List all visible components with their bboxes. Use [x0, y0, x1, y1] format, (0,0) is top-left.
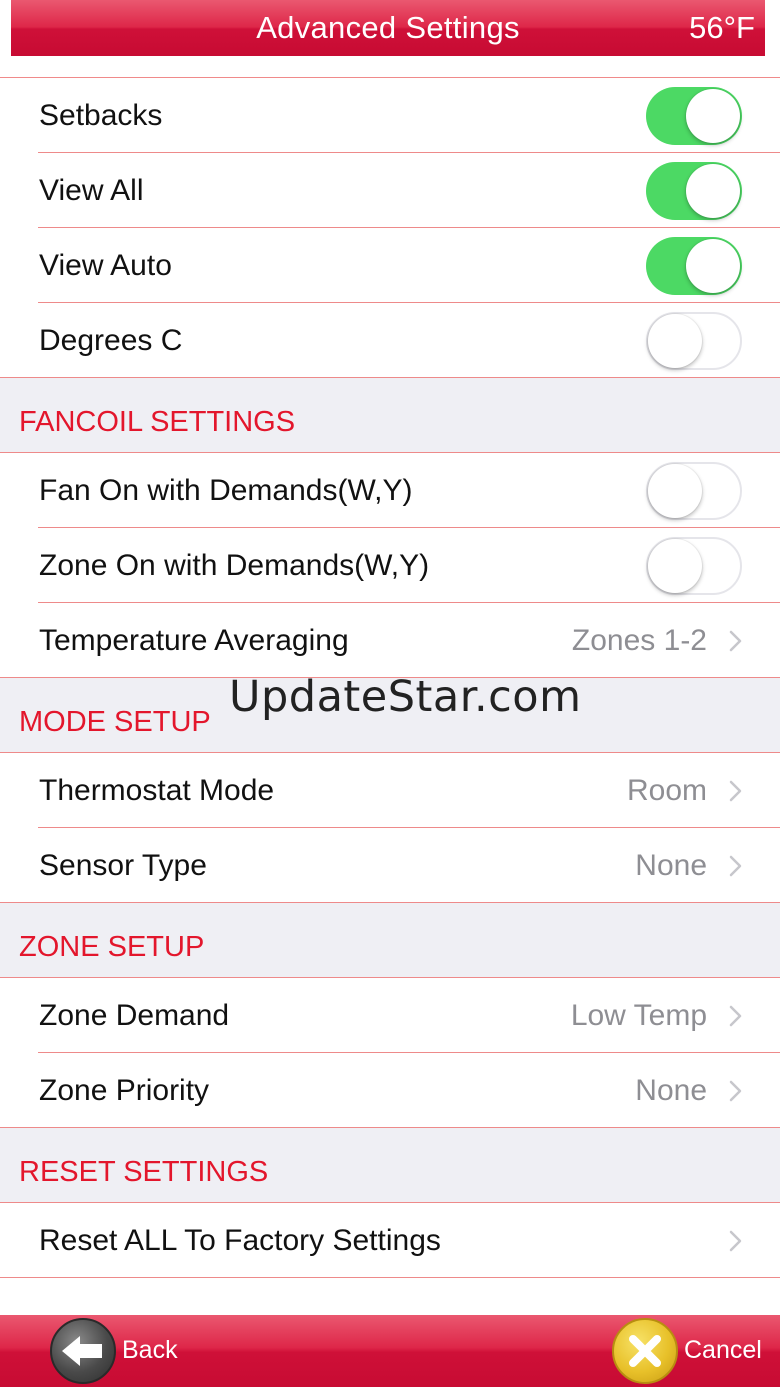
setting-label: View All — [39, 174, 144, 207]
setting-label: Zone Demand — [39, 999, 230, 1032]
setting-label: Thermostat Mode — [39, 774, 275, 807]
list-top-spacer — [0, 62, 780, 78]
setting-value: None — [635, 849, 707, 882]
toggle-knob — [648, 464, 702, 518]
setting-row-view-auto: View Auto — [0, 228, 780, 303]
toggle-knob — [648, 314, 702, 368]
temperature-readout: 56°F — [689, 10, 755, 45]
setting-label: Sensor Type — [39, 849, 207, 882]
section-header-reset-settings: RESET SETTINGS — [0, 1128, 780, 1203]
back-label: Back — [122, 1336, 178, 1364]
setting-row-zone-priority[interactable]: Zone Priority None — [0, 1053, 780, 1128]
section-title: FANCOIL SETTINGS — [19, 406, 296, 438]
back-arrow-icon — [50, 1318, 116, 1384]
chevron-right-icon — [729, 1230, 742, 1252]
setting-row-setbacks: Setbacks — [0, 78, 780, 153]
setting-label: View Auto — [39, 249, 172, 282]
setting-label: Zone On with Demands(W,Y) — [39, 549, 430, 582]
setting-label: Reset ALL To Factory Settings — [39, 1224, 441, 1257]
toggle-knob — [686, 239, 740, 293]
page-title: Advanced Settings — [256, 10, 520, 45]
back-button[interactable]: Back — [50, 1315, 210, 1387]
cancel-label: Cancel — [684, 1336, 762, 1364]
setting-row-thermostat-mode[interactable]: Thermostat Mode Room — [0, 753, 780, 828]
chevron-right-icon — [729, 855, 742, 877]
setting-row-view-all: View All — [0, 153, 780, 228]
setting-value: Zones 1-2 — [571, 624, 707, 657]
setting-label: Degrees C — [39, 324, 183, 357]
fan-on-toggle[interactable] — [646, 462, 742, 520]
chevron-right-icon — [729, 1005, 742, 1027]
setting-value: Room — [626, 774, 707, 807]
watermark-text: UpdateStar.com — [229, 672, 582, 722]
chevron-right-icon — [729, 630, 742, 652]
row-divider — [0, 1277, 780, 1278]
view-auto-toggle[interactable] — [646, 237, 742, 295]
setting-value: None — [635, 1074, 707, 1107]
section-title: MODE SETUP — [19, 706, 211, 738]
section-title: RESET SETTINGS — [19, 1156, 269, 1188]
x-icon — [612, 1318, 678, 1384]
zone-on-toggle[interactable] — [646, 537, 742, 595]
toggle-knob — [686, 164, 740, 218]
view-all-toggle[interactable] — [646, 162, 742, 220]
setting-label: Temperature Averaging — [39, 624, 349, 657]
section-title: ZONE SETUP — [19, 931, 205, 963]
settings-list: Setbacks View All View Auto Degrees C FA… — [0, 62, 780, 1278]
setting-row-degrees-c: Degrees C — [0, 303, 780, 378]
bottom-toolbar: Back Cancel — [0, 1315, 780, 1387]
chevron-right-icon — [729, 780, 742, 802]
setbacks-toggle[interactable] — [646, 87, 742, 145]
toggle-knob — [686, 89, 740, 143]
degrees-c-toggle[interactable] — [646, 312, 742, 370]
section-header-zone-setup: ZONE SETUP — [0, 903, 780, 978]
setting-value: Low Temp — [570, 999, 707, 1032]
setting-row-temperature-averaging[interactable]: Temperature Averaging Zones 1-2 — [0, 603, 780, 678]
setting-row-reset-all[interactable]: Reset ALL To Factory Settings — [0, 1203, 780, 1278]
setting-label: Setbacks — [39, 99, 163, 132]
title-bar: Advanced Settings 56°F — [11, 0, 765, 56]
section-header-fancoil: FANCOIL SETTINGS — [0, 378, 780, 453]
setting-label: Fan On with Demands(W,Y) — [39, 474, 413, 507]
setting-row-zone-demand[interactable]: Zone Demand Low Temp — [0, 978, 780, 1053]
setting-label: Zone Priority — [39, 1074, 210, 1107]
setting-row-sensor-type[interactable]: Sensor Type None — [0, 828, 780, 903]
setting-row-zone-on: Zone On with Demands(W,Y) — [0, 528, 780, 603]
toggle-knob — [648, 539, 702, 593]
chevron-right-icon — [729, 1080, 742, 1102]
cancel-button[interactable]: Cancel — [612, 1315, 780, 1387]
setting-row-fan-on: Fan On with Demands(W,Y) — [0, 453, 780, 528]
